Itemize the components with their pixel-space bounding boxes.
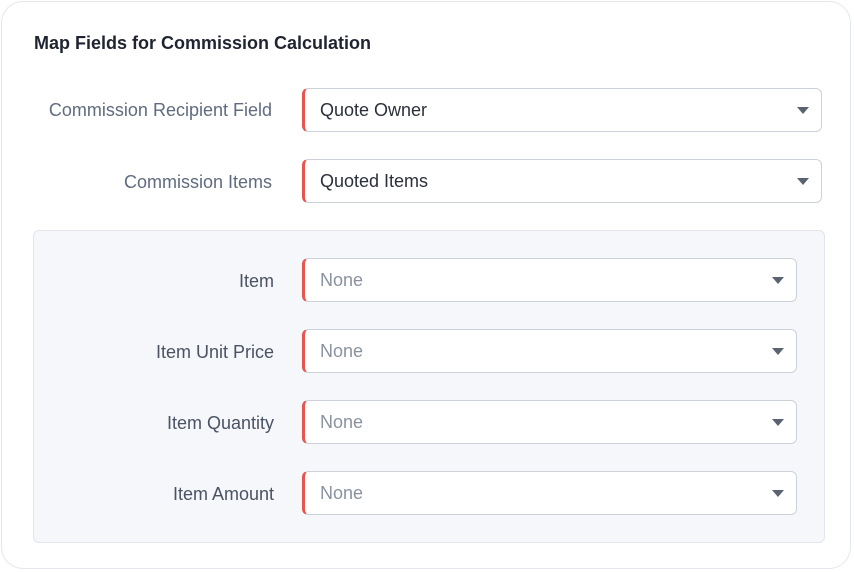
item-select[interactable]: None bbox=[302, 258, 797, 302]
item-unit-price-label: Item Unit Price bbox=[155, 342, 274, 362]
item-value: None bbox=[320, 270, 364, 290]
item-amount-value: None bbox=[320, 483, 364, 503]
commission-items-label: Commission Items bbox=[123, 172, 272, 192]
commission-items-value: Quoted Items bbox=[320, 171, 429, 191]
caret-down-icon bbox=[772, 277, 784, 284]
caret-down-icon bbox=[772, 419, 784, 426]
item-quantity-value: None bbox=[320, 412, 364, 432]
caret-down-icon bbox=[797, 107, 809, 114]
item-quantity-label: Item Quantity bbox=[166, 413, 274, 433]
commission-mapping-card: Map Fields for Commission Calculation Co… bbox=[1, 1, 851, 569]
caret-down-icon bbox=[797, 178, 809, 185]
caret-down-icon bbox=[772, 348, 784, 355]
item-quantity-select[interactable]: None bbox=[302, 400, 797, 444]
commission-recipient-select[interactable]: Quote Owner bbox=[302, 88, 822, 132]
commission-items-select[interactable]: Quoted Items bbox=[302, 159, 822, 203]
commission-recipient-value: Quote Owner bbox=[320, 100, 428, 120]
item-amount-select[interactable]: None bbox=[302, 471, 797, 515]
caret-down-icon bbox=[772, 490, 784, 497]
commission-recipient-label: Commission Recipient Field bbox=[48, 100, 272, 120]
item-amount-label: Item Amount bbox=[172, 484, 274, 504]
section-title: Map Fields for Commission Calculation bbox=[34, 33, 372, 53]
item-unit-price-select[interactable]: None bbox=[302, 329, 797, 373]
item-label: Item bbox=[238, 271, 274, 291]
item-unit-price-value: None bbox=[320, 341, 364, 361]
